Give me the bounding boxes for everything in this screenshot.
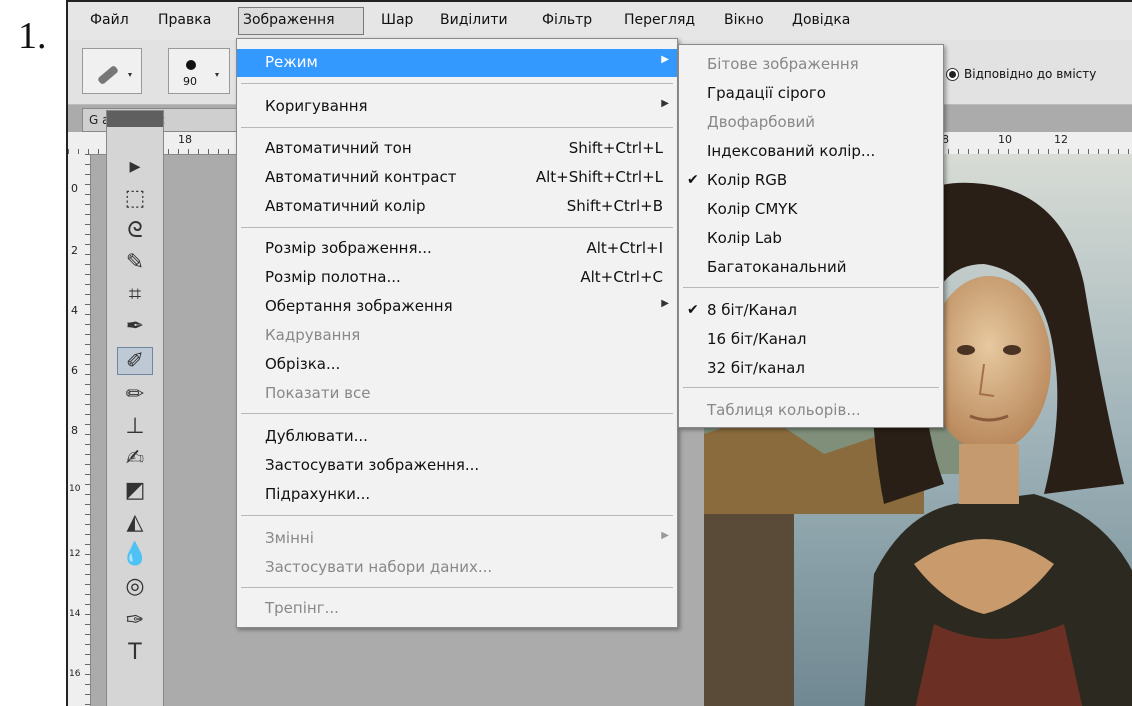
image-menu-item-mode[interactable]: Режим ▶ — [237, 49, 677, 77]
mode-item-cmyk-color[interactable]: Колір CMYK — [679, 196, 943, 224]
mode-item-indexed-color[interactable]: Індексований колір... — [679, 138, 943, 166]
image-menu-item-adjustments[interactable]: Коригування ▶ — [237, 93, 677, 121]
menu-separator — [683, 387, 939, 388]
eraser-tool-icon[interactable]: ◩ — [117, 477, 153, 505]
move-tool-icon[interactable]: ▸ — [117, 153, 153, 181]
image-menu-item-canvas-size[interactable]: Розмір полотна... Alt+Ctrl+C — [237, 264, 677, 292]
submenu-arrow-icon: ▶ — [661, 530, 669, 541]
image-menu-item-image-size[interactable]: Розмір зображення... Alt+Ctrl+I — [237, 235, 677, 263]
menu-image-active-box[interactable]: Зображення — [238, 7, 364, 35]
content-aware-radio[interactable] — [946, 68, 959, 81]
ruler-number: 8 — [71, 424, 78, 437]
vertical-ruler: 0 2 4 6 8 10 12 14 16 — [68, 154, 91, 706]
brush-size-value: 90 — [183, 75, 197, 88]
ruler-number: 18 — [178, 133, 192, 146]
ruler-number: 10 — [998, 133, 1012, 146]
menu-separator — [241, 587, 673, 588]
content-aware-label: Відповідно до вмісту — [964, 67, 1097, 81]
menu-layer[interactable]: Шар — [381, 12, 413, 28]
brush-dot-icon — [186, 60, 219, 77]
image-menu-item-crop[interactable]: Кадрування — [237, 322, 677, 350]
mode-item-16-bit[interactable]: 16 біт/Канал — [679, 326, 943, 354]
checkmark-icon: ✔ — [687, 172, 699, 188]
menu-edit[interactable]: Правка — [158, 12, 211, 28]
image-menu-item-trap[interactable]: Трепінг... — [237, 595, 677, 623]
image-menu-item-auto-tone[interactable]: Автоматичний тон Shift+Ctrl+L — [237, 135, 677, 163]
menu-image[interactable]: Зображення — [243, 12, 335, 28]
marquee-tool-icon[interactable]: ⬚ — [117, 185, 153, 213]
tools-panel-header[interactable] — [107, 111, 163, 127]
submenu-arrow-icon: ▶ — [661, 298, 669, 309]
menu-separator — [241, 127, 673, 128]
image-menu-item-trim[interactable]: Обрізка... — [237, 351, 677, 379]
menu-separator — [241, 227, 673, 228]
image-menu-item-calculations[interactable]: Підрахунки... — [237, 481, 677, 509]
mode-item-lab-color[interactable]: Колір Lab — [679, 225, 943, 253]
mode-item-duotone[interactable]: Двофарбовий — [679, 109, 943, 137]
menu-help[interactable]: Довідка — [792, 12, 850, 28]
menu-separator — [241, 413, 673, 414]
eyedropper-tool-icon[interactable]: ✒ — [117, 313, 153, 341]
ruler-number: 12 — [1054, 133, 1068, 146]
mode-submenu: Бітове зображення Градації сірого Двофар… — [678, 44, 944, 428]
mode-item-8-bit[interactable]: ✔ 8 біт/Канал — [679, 297, 943, 325]
quick-selection-tool-icon[interactable]: ✎ — [117, 249, 153, 277]
submenu-arrow-icon: ▶ — [661, 54, 669, 65]
brush-tool-icon[interactable]: ✏ — [117, 381, 153, 409]
image-menu-item-variables[interactable]: Змінні ▶ — [237, 525, 677, 553]
lasso-tool-icon[interactable]: ᘓ — [117, 217, 153, 245]
ruler-number: 0 — [71, 182, 78, 195]
dodge-tool-icon[interactable]: ◎ — [117, 573, 153, 601]
step-number: 1. — [18, 15, 47, 57]
paint-bucket-tool-icon[interactable]: ◭ — [117, 509, 153, 537]
ruler-number: 12 — [69, 549, 81, 559]
image-menu-item-reveal-all[interactable]: Показати все — [237, 380, 677, 408]
menu-select[interactable]: Виділити — [440, 12, 508, 28]
image-menu-item-image-rotation[interactable]: Обертання зображення ▶ — [237, 293, 677, 321]
ruler-number: 10 — [69, 484, 81, 494]
mode-item-color-table[interactable]: Таблиця кольорів... — [679, 397, 943, 425]
menu-separator — [241, 515, 673, 516]
clone-stamp-tool-icon[interactable]: ⊥ — [117, 413, 153, 441]
healing-brush-tool-icon[interactable]: ✐ — [117, 347, 153, 375]
mode-item-grayscale[interactable]: Градації сірого — [679, 80, 943, 108]
image-menu: Режим ▶ Коригування ▶ Автоматичний тон S… — [236, 38, 678, 628]
mode-item-multichannel[interactable]: Багатоканальний — [679, 254, 943, 282]
ruler-number: 16 — [69, 669, 81, 679]
history-brush-tool-icon[interactable]: ✍ — [117, 445, 153, 473]
type-tool-icon[interactable]: T — [117, 639, 153, 667]
image-menu-item-duplicate[interactable]: Дублювати... — [237, 423, 677, 451]
menu-bar: Зображення Файл Правка Шар Виділити Філь… — [68, 2, 1132, 40]
mode-item-rgb-color[interactable]: ✔ Колір RGB — [679, 167, 943, 195]
image-menu-item-apply-image[interactable]: Застосувати зображення... — [237, 452, 677, 480]
checkmark-icon: ✔ — [687, 302, 699, 318]
ruler-number: 14 — [69, 609, 81, 619]
ruler-number: 2 — [71, 244, 78, 257]
image-menu-item-auto-contrast[interactable]: Автоматичний контраст Alt+Shift+Ctrl+L — [237, 164, 677, 192]
image-menu-item-auto-color[interactable]: Автоматичний колір Shift+Ctrl+B — [237, 193, 677, 221]
menu-window[interactable]: Вікно — [724, 12, 764, 28]
photoshop-window: Зображення Файл Правка Шар Виділити Філь… — [66, 0, 1132, 706]
mode-item-bitmap[interactable]: Бітове зображення — [679, 51, 943, 79]
tools-panel: ▸ ⬚ ᘓ ✎ ⌗ ✒ ✐ ✏ ⊥ ✍ ◩ ◭ 💧 ◎ ✑ T — [106, 110, 164, 706]
menu-separator — [241, 83, 673, 84]
menu-separator — [683, 287, 939, 288]
menu-file[interactable]: Файл — [90, 12, 129, 28]
mode-item-32-bit[interactable]: 32 біт/канал — [679, 355, 943, 383]
brush-size-picker[interactable]: 90 — [168, 48, 230, 94]
pen-tool-icon[interactable]: ✑ — [117, 607, 153, 635]
healing-brush-icon — [98, 66, 132, 84]
ruler-number: 6 — [71, 364, 78, 377]
blur-tool-icon[interactable]: 💧 — [117, 541, 153, 569]
submenu-arrow-icon: ▶ — [661, 98, 669, 109]
ruler-number: 4 — [71, 304, 78, 317]
tool-preset-picker[interactable] — [82, 48, 142, 94]
crop-tool-icon[interactable]: ⌗ — [117, 281, 153, 309]
menu-filter[interactable]: Фільтр — [542, 12, 592, 28]
menu-view[interactable]: Перегляд — [624, 12, 695, 28]
image-menu-item-apply-data-sets[interactable]: Застосувати набори даних... — [237, 554, 677, 582]
